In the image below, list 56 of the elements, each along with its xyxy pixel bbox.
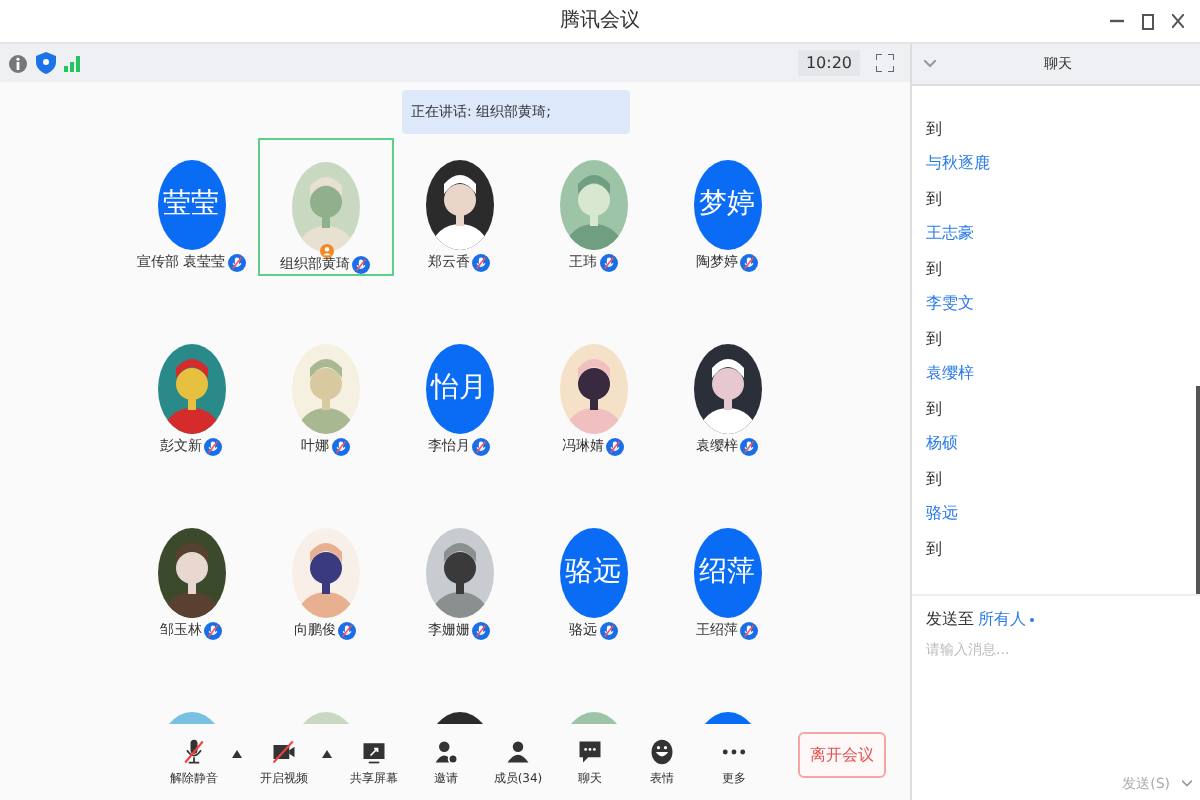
send-to-label: 发送至 (926, 608, 974, 632)
message-text: 到 (926, 330, 942, 350)
window-title: 腾讯会议 (560, 10, 640, 34)
chevron-down-icon[interactable] (1182, 779, 1192, 788)
muted-mic-icon[interactable] (227, 254, 246, 272)
avatar: 骆远 (559, 528, 627, 618)
caret-up-icon[interactable] (322, 749, 332, 757)
muted-mic-icon[interactable] (599, 622, 617, 640)
message-sender[interactable]: 袁缨梓 (926, 364, 974, 384)
message-sender[interactable]: 杨硕 (926, 434, 958, 454)
avatar: 绍萍 (693, 528, 761, 618)
message-sender[interactable]: 王志豪 (926, 224, 974, 244)
message-sender[interactable]: 骆远 (926, 504, 958, 524)
maximize-icon[interactable] (1142, 13, 1154, 29)
info-icon[interactable] (8, 53, 28, 73)
muted-mic-icon[interactable] (472, 438, 490, 456)
shield-icon[interactable] (36, 52, 56, 74)
muted-mic-icon[interactable] (740, 254, 758, 272)
muted-mic-icon[interactable] (740, 622, 758, 640)
avatar: 梦婷 (693, 160, 761, 250)
muted-mic-icon[interactable] (204, 622, 222, 640)
message-text: 到 (926, 540, 942, 560)
avatar: 莹莹 (157, 160, 225, 250)
message-sender[interactable]: 与秋逐鹿 (926, 154, 990, 174)
speaking-badge-icon (319, 244, 333, 258)
muted-mic-icon (180, 737, 208, 765)
minimize-icon[interactable] (1110, 14, 1124, 28)
leave-meeting-button[interactable]: 离开会议 (798, 732, 886, 778)
muted-mic-icon[interactable] (352, 256, 370, 274)
meeting-time: 10:20 (797, 50, 860, 76)
caret-up-icon[interactable] (232, 749, 242, 757)
muted-mic-icon[interactable] (472, 254, 490, 272)
muted-mic-icon[interactable] (606, 438, 624, 456)
message-sender[interactable]: 李雯文 (926, 294, 974, 314)
scrollbar-thumb[interactable] (1196, 386, 1200, 594)
person-icon (504, 737, 532, 765)
muted-mic-icon[interactable] (331, 438, 349, 456)
screen-icon (360, 737, 388, 765)
message-text: 到 (926, 190, 942, 210)
muted-mic-icon[interactable] (472, 622, 490, 640)
recipient-selector[interactable]: 所有人 (978, 608, 1026, 632)
muted-mic-icon[interactable] (740, 438, 758, 456)
message-text: 到 (926, 470, 942, 490)
muted-mic-icon[interactable] (599, 254, 617, 272)
muted-mic-icon[interactable] (338, 622, 356, 640)
video-off-icon (270, 737, 298, 765)
close-icon[interactable] (1172, 14, 1184, 28)
message-text: 到 (926, 260, 942, 280)
message-text: 到 (926, 400, 942, 420)
person-add-icon (432, 737, 460, 765)
smiley-icon (648, 737, 676, 765)
fullscreen-icon[interactable] (876, 54, 894, 72)
message-text: 到 (926, 120, 942, 140)
chat-icon (576, 737, 604, 765)
avatar: 怡月 (425, 344, 493, 434)
muted-mic-icon[interactable] (204, 438, 222, 456)
